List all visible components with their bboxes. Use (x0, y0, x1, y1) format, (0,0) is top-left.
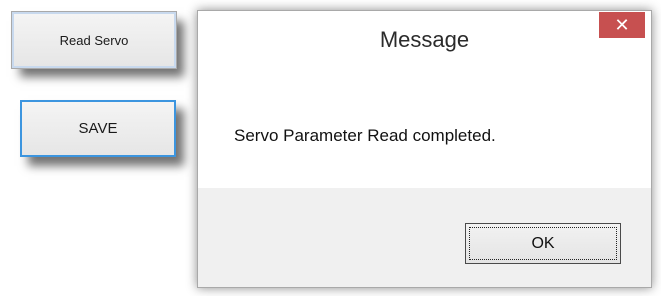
close-icon: ✕ (614, 14, 630, 36)
read-servo-button[interactable]: Read Servo (11, 11, 177, 69)
save-button[interactable]: SAVE (20, 100, 176, 157)
message-dialog: Message ✕ Servo Parameter Read completed… (197, 10, 652, 288)
dialog-body: Servo Parameter Read completed. (198, 68, 651, 188)
ok-button[interactable]: OK (465, 223, 621, 264)
dialog-title: Message (379, 27, 470, 52)
close-button[interactable]: ✕ (599, 12, 645, 38)
ok-button-label: OK (531, 234, 555, 252)
dialog-title-bar: Message ✕ (198, 11, 651, 68)
dialog-footer: OK (198, 188, 651, 287)
dialog-message: Servo Parameter Read completed. (234, 126, 496, 145)
